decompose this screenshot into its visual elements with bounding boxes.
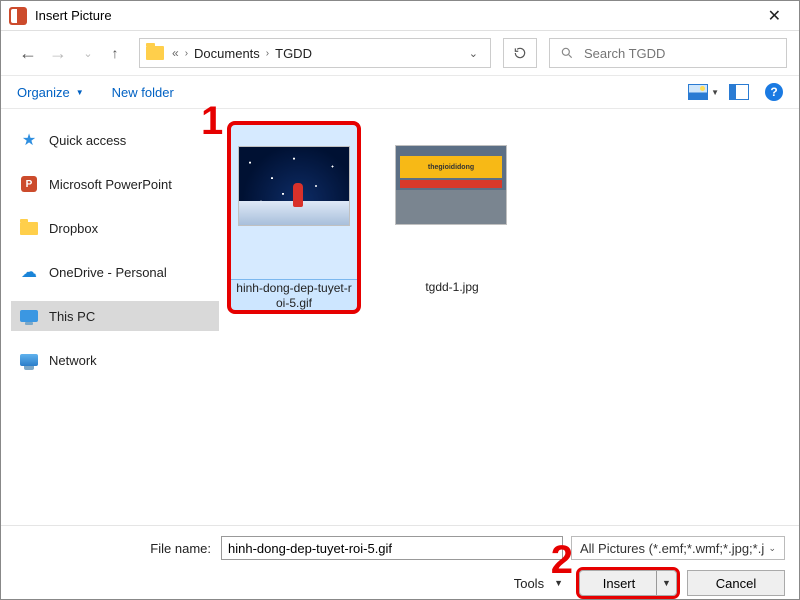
sidebar-item-label: OneDrive - Personal <box>49 265 167 280</box>
file-list-area[interactable]: 1 hinh-dong-dep-tuyet-roi-5.gif thegioid… <box>219 109 799 525</box>
filename-label: File name: <box>15 541 221 556</box>
filename-field-wrapper[interactable] <box>221 536 563 560</box>
refresh-button[interactable] <box>503 38 537 68</box>
insert-picture-dialog: Insert Picture ✕ ← → ⌄ ↑ « › Documents ›… <box>0 0 800 600</box>
caret-down-icon: ⌄ <box>768 543 776 554</box>
sidebar-item-label: Dropbox <box>49 221 98 236</box>
file-label: tgdd-1.jpg <box>387 280 517 295</box>
sidebar-item-label: Network <box>49 353 97 368</box>
caret-down-icon: ▼ <box>711 88 719 97</box>
new-folder-button[interactable]: New folder <box>112 85 174 100</box>
banner-text: thegioididong <box>400 156 502 178</box>
file-type-filter[interactable]: All Pictures (*.emf;*.wmf;*.jpg;*.j ⌄ <box>571 536 785 560</box>
thumbnail-image: thegioididong <box>395 145 507 225</box>
search-box[interactable] <box>549 38 787 68</box>
picture-view-icon <box>688 84 708 100</box>
organize-label: Organize <box>17 85 70 100</box>
filename-input[interactable] <box>228 541 556 556</box>
nav-address-row: ← → ⌄ ↑ « › Documents › TGDD ⌄ <box>1 31 799 75</box>
tools-menu[interactable]: Tools ▼ <box>514 576 563 591</box>
dialog-title: Insert Picture <box>35 8 112 23</box>
caret-down-icon: ▼ <box>554 578 563 588</box>
folder-icon <box>146 46 164 60</box>
file-item[interactable]: thegioididong tgdd-1.jpg <box>387 123 517 295</box>
breadcrumb-root-chevron[interactable]: « <box>172 46 179 60</box>
recent-locations-dropdown[interactable]: ⌄ <box>75 47 101 60</box>
sidebar-item-network[interactable]: Network <box>11 345 219 375</box>
address-bar[interactable]: « › Documents › TGDD ⌄ <box>139 38 491 68</box>
toolbar-right: ▼ ? <box>688 83 783 101</box>
sidebar-item-quick-access[interactable]: ★ Quick access <box>11 125 219 155</box>
chevron-right-icon: › <box>185 48 188 59</box>
nav-up-icon[interactable]: ↑ <box>105 45 125 61</box>
organize-menu[interactable]: Organize ▼ <box>17 85 84 100</box>
cancel-button[interactable]: Cancel <box>687 570 785 596</box>
filename-row: File name: All Pictures (*.emf;*.wmf;*.j… <box>15 536 785 560</box>
folder-icon <box>19 219 39 237</box>
footer-buttons-row: Tools ▼ 2 Insert ▼ Cancel <box>15 570 785 596</box>
preview-pane-button[interactable] <box>729 84 749 100</box>
pc-icon <box>19 307 39 325</box>
filter-label: All Pictures (*.emf;*.wmf;*.jpg;*.j <box>580 541 764 556</box>
help-icon[interactable]: ? <box>765 83 783 101</box>
sidebar-item-label: Microsoft PowerPoint <box>49 177 172 192</box>
close-icon[interactable]: ✕ <box>758 6 791 26</box>
cancel-button-label: Cancel <box>716 576 756 591</box>
chevron-right-icon: › <box>266 48 269 59</box>
dialog-toolbar: Organize ▼ New folder ▼ ? <box>1 75 799 109</box>
cloud-icon: ☁ <box>19 263 39 281</box>
sidebar-item-dropbox[interactable]: Dropbox <box>11 213 219 243</box>
powerpoint-icon: P <box>19 175 39 193</box>
thumbnail-image <box>238 146 350 226</box>
sidebar-item-label: This PC <box>49 309 95 324</box>
nav-forward-icon[interactable]: → <box>45 43 71 64</box>
powerpoint-app-icon <box>9 7 27 25</box>
file-thumbnail <box>230 124 358 279</box>
address-dropdown-icon[interactable]: ⌄ <box>463 47 484 60</box>
breadcrumb-documents[interactable]: Documents <box>194 46 260 61</box>
file-label: hinh-dong-dep-tuyet-roi-5.gif <box>230 281 358 311</box>
sidebar-item-this-pc[interactable]: This PC <box>11 301 219 331</box>
preview-pane-icon <box>729 84 749 100</box>
breadcrumb-tgdd[interactable]: TGDD <box>275 46 312 61</box>
sidebar-item-label: Quick access <box>49 133 126 148</box>
caret-down-icon: ▼ <box>76 88 84 97</box>
tools-label: Tools <box>514 576 544 591</box>
file-item-selected[interactable]: hinh-dong-dep-tuyet-roi-5.gif <box>229 123 359 312</box>
sidebar-item-powerpoint[interactable]: P Microsoft PowerPoint <box>11 169 219 199</box>
insert-button-label: Insert <box>603 576 654 591</box>
network-icon <box>19 351 39 369</box>
titlebar: Insert Picture ✕ <box>1 1 799 31</box>
nav-back-icon[interactable]: ← <box>15 43 41 64</box>
navigation-sidebar: ★ Quick access P Microsoft PowerPoint Dr… <box>1 109 219 525</box>
search-icon <box>560 46 574 60</box>
dialog-footer: File name: All Pictures (*.emf;*.wmf;*.j… <box>1 525 799 599</box>
sidebar-item-onedrive[interactable]: ☁ OneDrive - Personal <box>11 257 219 287</box>
refresh-icon <box>513 46 527 60</box>
dialog-body: ★ Quick access P Microsoft PowerPoint Dr… <box>1 109 799 525</box>
search-input[interactable] <box>584 46 776 61</box>
file-thumbnail: thegioididong <box>387 123 515 278</box>
view-thumbnails-button[interactable]: ▼ <box>688 84 719 100</box>
insert-button[interactable]: Insert ▼ <box>579 570 677 596</box>
star-icon: ★ <box>19 131 39 149</box>
insert-dropdown-icon[interactable]: ▼ <box>656 571 676 595</box>
